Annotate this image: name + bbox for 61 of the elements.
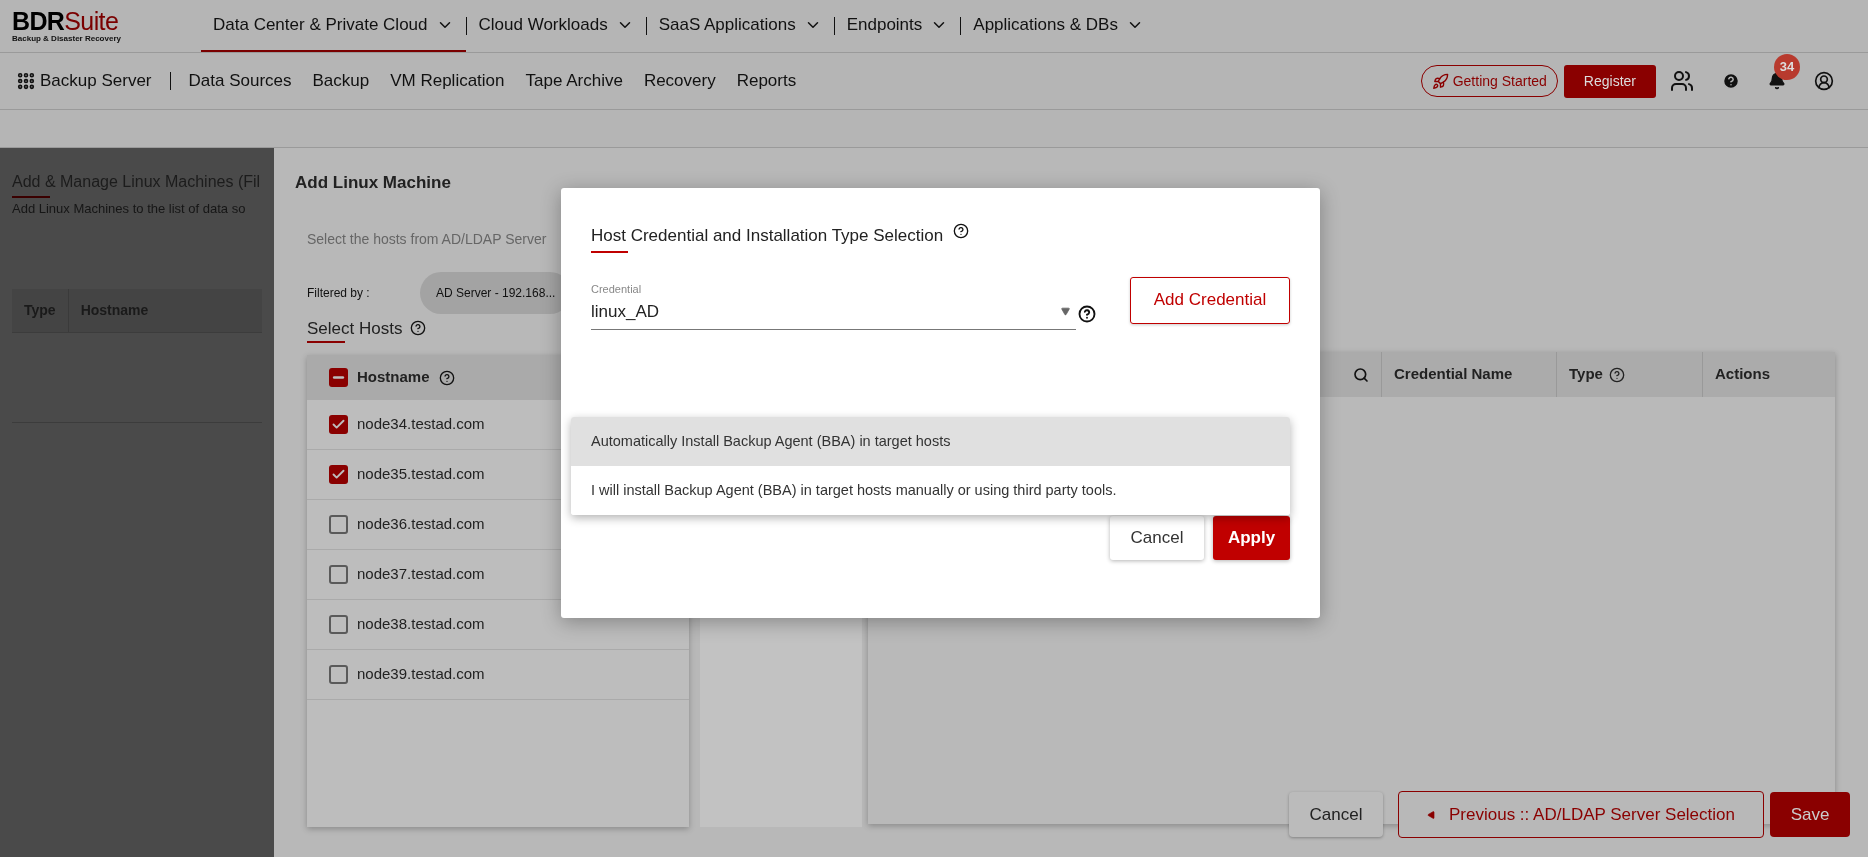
- panel-title: Add Linux Machine: [295, 172, 452, 194]
- help-icon[interactable]: [953, 223, 970, 239]
- checkbox[interactable]: [329, 615, 348, 634]
- add-credential-button[interactable]: Add Credential: [1130, 276, 1290, 324]
- checkbox[interactable]: [329, 565, 348, 584]
- help-icon[interactable]: [1078, 304, 1096, 323]
- checkbox[interactable]: [329, 515, 348, 534]
- nav-tab[interactable]: SaaS Applications: [646, 0, 834, 52]
- nav-link[interactable]: Backup: [312, 68, 370, 94]
- hostname-text: node36.testad.com: [357, 514, 485, 535]
- nav-tab[interactable]: Endpoints: [834, 0, 961, 52]
- hostname-text: node38.testad.com: [357, 614, 485, 635]
- nav-tab[interactable]: Applications & DBs: [961, 0, 1156, 52]
- checkbox[interactable]: [329, 368, 348, 387]
- dialog-title: Host Credential and Installation Type Selection: [591, 225, 944, 247]
- logo[interactable]: BDRSuite Backup & Disaster Recovery: [0, 0, 201, 52]
- help-icon[interactable]: [438, 369, 455, 386]
- credential-select[interactable]: Credential linux_AD: [591, 280, 1076, 330]
- checkbox[interactable]: [329, 415, 348, 434]
- check-icon: [331, 467, 346, 482]
- check-icon: [331, 417, 346, 432]
- checkbox[interactable]: [329, 665, 348, 684]
- nav-link[interactable]: Reports: [736, 68, 797, 94]
- grid-icon[interactable]: [16, 71, 36, 91]
- nav-link[interactable]: Tape Archive: [525, 68, 623, 94]
- caret-left-icon: [1427, 810, 1435, 819]
- hostname-text: node35.testad.com: [357, 464, 485, 485]
- column-header: Actions: [1714, 364, 1771, 385]
- cancel-button[interactable]: Cancel: [1110, 516, 1204, 560]
- hostname-text: node34.testad.com: [357, 414, 485, 435]
- user-icon[interactable]: [1814, 71, 1834, 91]
- dropdown-option[interactable]: I will install Backup Agent (BBA) in target hosts manually or using third party tools.: [571, 466, 1290, 515]
- dropdown-option[interactable]: Automatically Install Backup Agent (BBA) in target hosts: [571, 417, 1290, 466]
- nav-link[interactable]: VM Replication: [390, 68, 505, 94]
- nav-tab[interactable]: Cloud Workloads: [466, 0, 646, 52]
- nav-link[interactable]: Recovery: [643, 68, 716, 94]
- filter-label: Filtered by :: [307, 284, 371, 302]
- hostname-text: node37.testad.com: [357, 564, 485, 585]
- hostname-text: node39.testad.com: [357, 664, 485, 685]
- search-icon[interactable]: [1353, 366, 1369, 383]
- previous-button[interactable]: Previous :: AD/LDAP Server Selection: [1398, 791, 1764, 838]
- people-icon[interactable]: [1670, 69, 1694, 93]
- rocket-icon: [1431, 72, 1449, 90]
- cancel-button[interactable]: Cancel: [1289, 792, 1383, 837]
- checkbox[interactable]: [329, 465, 348, 484]
- nav-link[interactable]: Data Sources: [188, 68, 292, 94]
- save-button[interactable]: Save: [1770, 792, 1850, 837]
- help-icon[interactable]: [410, 320, 427, 337]
- product-name[interactable]: Backup Server: [40, 68, 152, 94]
- section-title: Select Hosts: [307, 317, 403, 340]
- help-icon[interactable]: [1608, 366, 1625, 383]
- host-row[interactable]: node39.testad.com: [307, 650, 689, 700]
- dropdown-caret-icon: [1061, 307, 1070, 317]
- help-icon[interactable]: [1722, 72, 1740, 90]
- apply-button[interactable]: Apply: [1213, 516, 1290, 560]
- column-header: Hostname: [357, 367, 430, 388]
- instruction-text: Select the hosts from AD/LDAP Server: [307, 229, 547, 249]
- column-header: Type: [1557, 352, 1703, 397]
- notification-badge: 34: [1774, 54, 1800, 80]
- column-header: Credential Name: [1382, 352, 1557, 397]
- register-button[interactable]: Register: [1563, 64, 1656, 98]
